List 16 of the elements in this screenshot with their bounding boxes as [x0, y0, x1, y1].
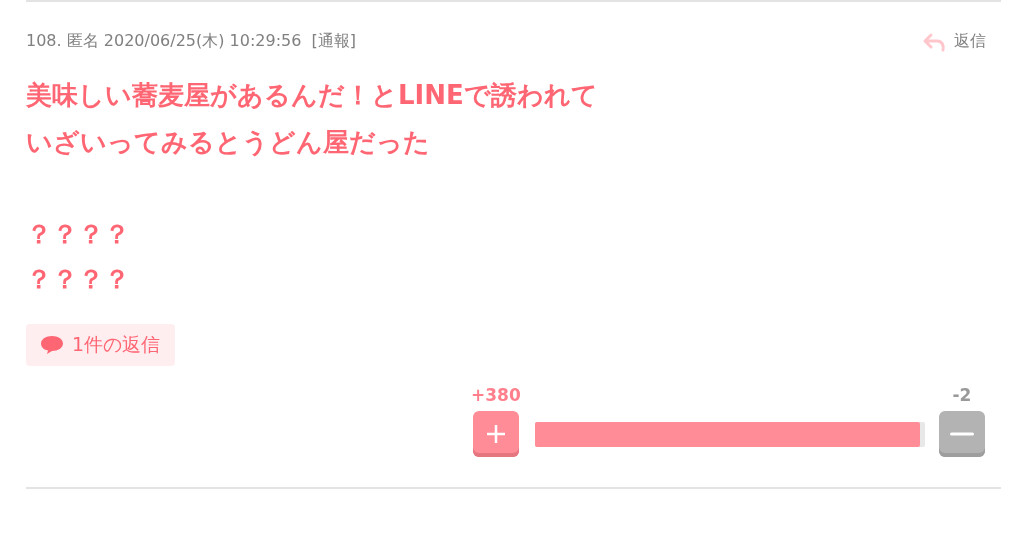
post-body-line: ？？？？	[26, 218, 131, 251]
post-meta: 108. 匿名 2020/06/25(木) 10:29:56	[26, 31, 302, 52]
plus-count: +380	[471, 385, 521, 405]
replies-badge[interactable]: 1件の返信	[26, 324, 176, 366]
post-body-line: ？？？？	[26, 263, 131, 296]
reply-arrow-icon	[922, 31, 946, 52]
plus-button[interactable]	[472, 411, 519, 457]
minus-count: -2	[952, 385, 972, 405]
post-title-line: 美味しい蕎麦屋があるんだ！とLINEで誘われて	[26, 79, 599, 112]
plus-icon	[484, 423, 507, 445]
speech-bubble-icon	[40, 335, 64, 355]
post-title-line: いざいってみるとうどん屋だった	[26, 126, 431, 159]
minus-icon	[950, 432, 974, 436]
reply-button[interactable]: 返信	[922, 31, 1001, 52]
report-link[interactable]: [通報]	[311, 31, 356, 52]
minus-button[interactable]	[939, 411, 985, 457]
